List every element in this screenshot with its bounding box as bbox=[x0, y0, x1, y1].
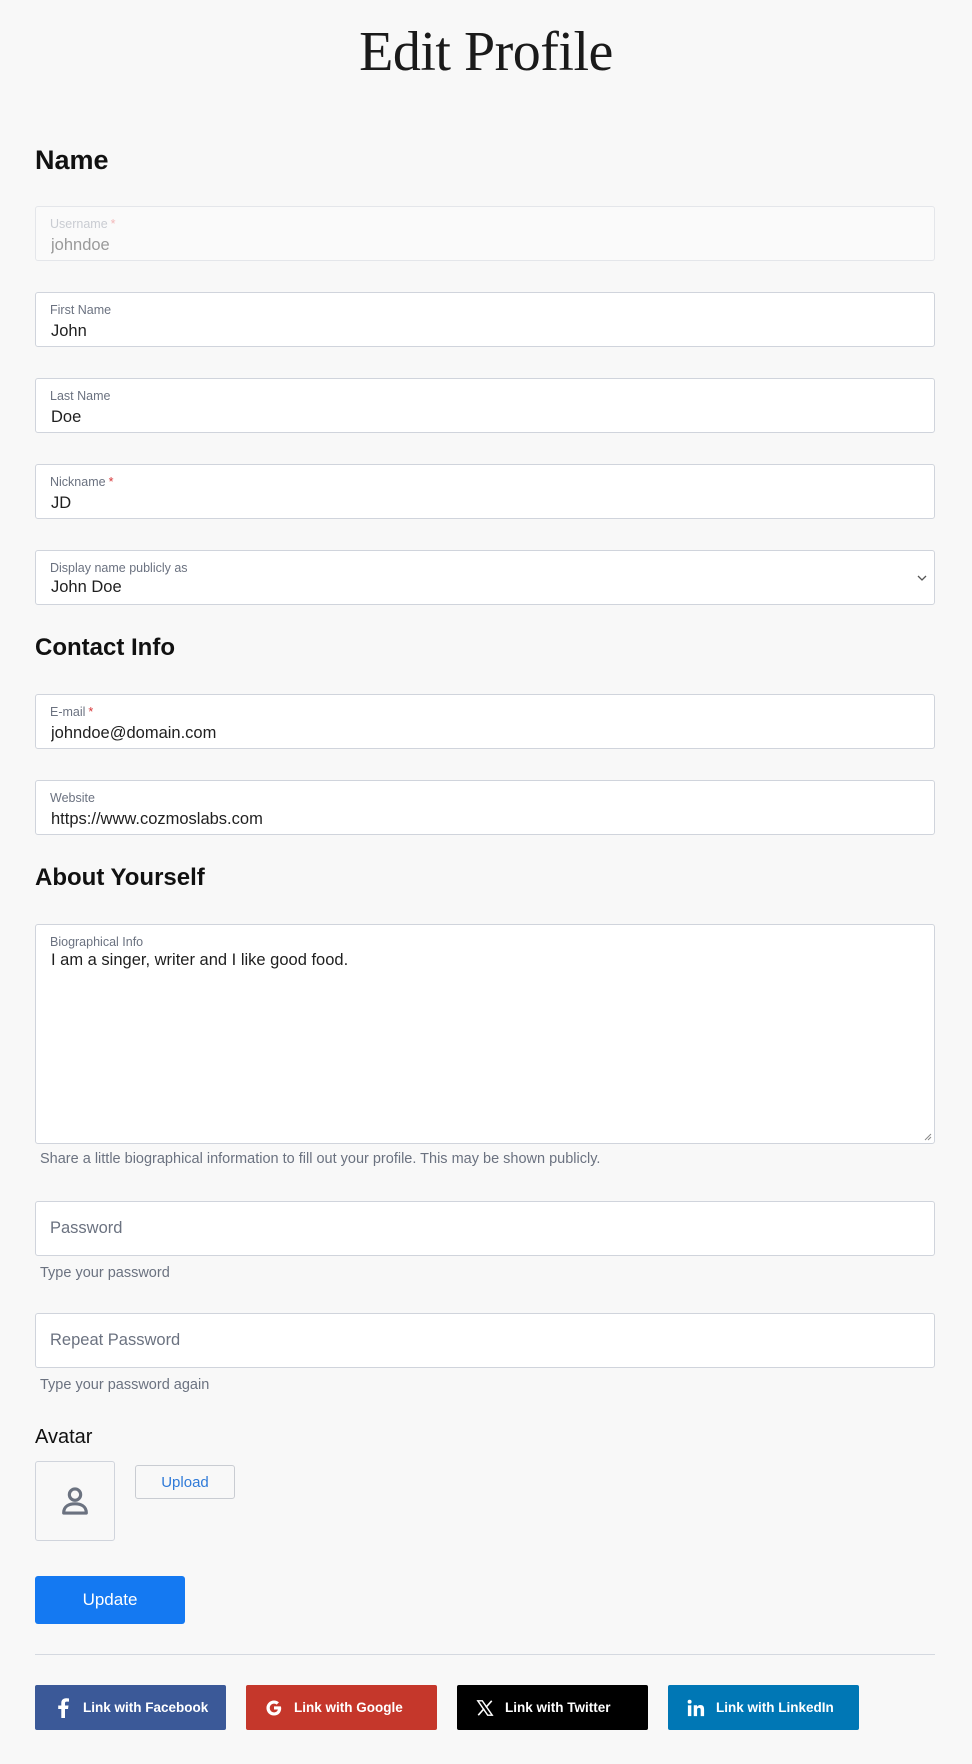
x-twitter-icon bbox=[475, 1698, 495, 1718]
required-marker: * bbox=[108, 475, 114, 489]
link-google-label: Link with Google bbox=[294, 1700, 403, 1715]
link-linkedin-button[interactable]: Link with LinkedIn bbox=[668, 1685, 859, 1730]
section-heading-name: Name bbox=[35, 145, 109, 175]
link-facebook-button[interactable]: Link with Facebook bbox=[35, 1685, 226, 1730]
required-marker: * bbox=[110, 217, 116, 231]
website-input[interactable] bbox=[51, 810, 911, 829]
last-name-field[interactable]: Last Name bbox=[35, 378, 935, 433]
display-name-value: John Doe bbox=[51, 578, 122, 596]
username-label: Username * bbox=[50, 217, 116, 231]
link-linkedin-label: Link with LinkedIn bbox=[716, 1700, 834, 1715]
bio-field[interactable]: Biographical Info I am a singer, writer … bbox=[35, 924, 935, 1144]
facebook-icon bbox=[53, 1697, 73, 1718]
last-name-input[interactable] bbox=[51, 408, 911, 427]
required-marker: * bbox=[88, 705, 94, 719]
divider bbox=[35, 1654, 935, 1655]
password-hint: Type your password bbox=[40, 1265, 170, 1281]
link-facebook-label: Link with Facebook bbox=[83, 1700, 209, 1715]
bio-label: Biographical Info bbox=[50, 935, 144, 949]
user-icon bbox=[62, 1487, 88, 1515]
website-field[interactable]: Website bbox=[35, 780, 935, 835]
nickname-label: Nickname * bbox=[50, 475, 114, 489]
section-heading-about: About Yourself bbox=[35, 864, 205, 891]
repeat-password-input[interactable]: Repeat Password bbox=[50, 1331, 180, 1350]
nickname-input[interactable] bbox=[51, 494, 911, 513]
upload-button[interactable]: Upload bbox=[135, 1465, 235, 1499]
google-icon bbox=[264, 1698, 284, 1718]
website-label: Website bbox=[50, 791, 95, 805]
repeat-password-hint: Type your password again bbox=[40, 1377, 210, 1393]
avatar-label: Avatar bbox=[35, 1426, 93, 1448]
link-twitter-label: Link with Twitter bbox=[505, 1700, 611, 1715]
first-name-field[interactable]: First Name bbox=[35, 292, 935, 347]
display-name-label: Display name publicly as bbox=[50, 561, 188, 575]
chevron-down-icon bbox=[917, 575, 927, 581]
repeat-password-field[interactable]: Repeat Password bbox=[35, 1313, 935, 1368]
bio-hint: Share a little biographical information … bbox=[40, 1151, 601, 1167]
display-name-select[interactable]: Display name publicly as John Doe bbox=[35, 550, 935, 605]
email-label: E-mail * bbox=[50, 705, 94, 719]
resize-handle-icon[interactable] bbox=[922, 1131, 932, 1141]
avatar-preview bbox=[35, 1461, 115, 1541]
link-google-button[interactable]: Link with Google bbox=[246, 1685, 437, 1730]
section-heading-contact: Contact Info bbox=[35, 634, 175, 661]
bio-textarea[interactable]: I am a singer, writer and I like good fo… bbox=[51, 951, 911, 970]
linkedin-icon bbox=[686, 1698, 706, 1718]
password-input[interactable]: Password bbox=[50, 1219, 122, 1238]
email-field[interactable]: E-mail * bbox=[35, 694, 935, 749]
email-input[interactable] bbox=[51, 724, 911, 743]
update-button[interactable]: Update bbox=[35, 1576, 185, 1624]
first-name-label: First Name bbox=[50, 303, 112, 317]
nickname-field[interactable]: Nickname * bbox=[35, 464, 935, 519]
first-name-input[interactable] bbox=[51, 322, 911, 341]
username-field[interactable]: Username * bbox=[35, 206, 935, 261]
link-twitter-button[interactable]: Link with Twitter bbox=[457, 1685, 648, 1730]
last-name-label: Last Name bbox=[50, 389, 111, 403]
password-field[interactable]: Password bbox=[35, 1201, 935, 1256]
username-input[interactable] bbox=[51, 236, 911, 255]
page-title: Edit Profile bbox=[359, 21, 613, 83]
